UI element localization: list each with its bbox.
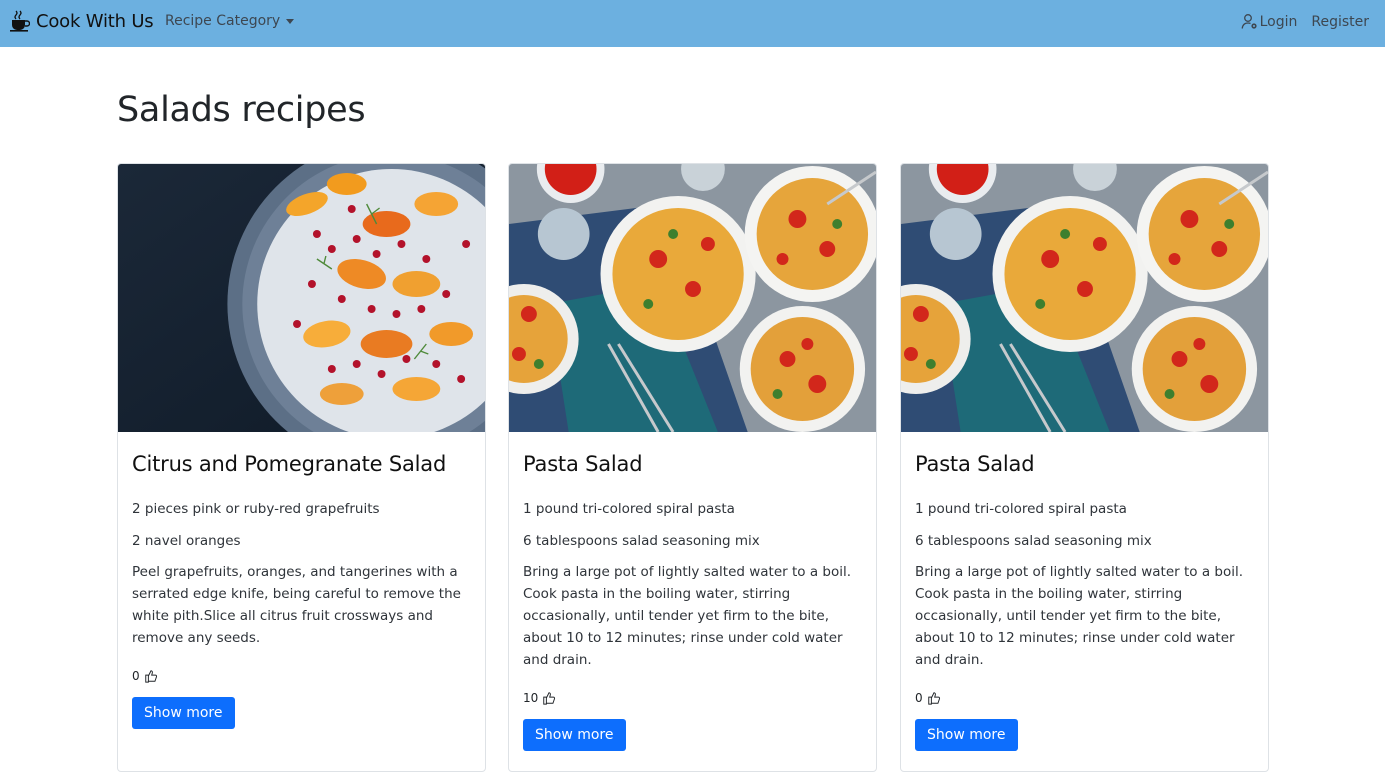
caret-down-icon bbox=[286, 18, 295, 24]
thumbs-up-icon[interactable] bbox=[542, 691, 556, 705]
recipe-ingredient: 6 tablespoons salad seasoning mix bbox=[523, 533, 760, 550]
register-link[interactable]: Register bbox=[1311, 14, 1369, 30]
show-more-button[interactable]: Show more bbox=[132, 696, 235, 729]
likes: 0 bbox=[132, 668, 471, 684]
nav-right: Login Register bbox=[1241, 13, 1369, 30]
page-title: Salads recipes bbox=[117, 90, 366, 130]
recipe-ingredient: 1 pound tri-colored spiral pasta bbox=[915, 501, 1127, 517]
recipe-image-pasta-salad[interactable] bbox=[901, 164, 1268, 432]
thumbs-up-icon[interactable] bbox=[927, 691, 941, 705]
recipe-card: Citrus and Pomegranate Salad 2 pieces pi… bbox=[117, 163, 486, 772]
recipe-title: Pasta Salad bbox=[915, 452, 1035, 476]
recipe-ingredient: 2 navel oranges bbox=[132, 533, 241, 550]
recipe-category-dropdown[interactable]: Recipe Category bbox=[165, 13, 295, 29]
coffee-cup-icon bbox=[10, 10, 30, 32]
recipe-title: Pasta Salad bbox=[523, 452, 643, 476]
recipe-description: Bring a large pot of lightly salted wate… bbox=[523, 564, 852, 668]
navbar: Cook With Us Recipe Category Login Regis… bbox=[0, 0, 1385, 47]
likes: 10 bbox=[523, 690, 862, 706]
brand-link[interactable]: Cook With Us bbox=[10, 10, 154, 32]
show-more-button[interactable]: Show more bbox=[523, 718, 626, 751]
recipe-card: Pasta Salad 1 pound tri-colored spiral p… bbox=[900, 163, 1269, 772]
like-count: 0 bbox=[132, 668, 140, 683]
recipe-card: Pasta Salad 1 pound tri-colored spiral p… bbox=[508, 163, 877, 772]
likes: 0 bbox=[915, 690, 1254, 706]
brand-name: Cook With Us bbox=[36, 10, 154, 32]
thumbs-up-icon[interactable] bbox=[144, 669, 158, 683]
recipe-description: Bring a large pot of lightly salted wate… bbox=[915, 564, 1244, 668]
recipe-description: Peel grapefruits, oranges, and tangerine… bbox=[132, 564, 461, 647]
like-count: 0 bbox=[915, 690, 923, 705]
login-label: Login bbox=[1259, 13, 1298, 30]
recipe-image-citrus-salad[interactable] bbox=[118, 164, 485, 432]
recipe-category-label: Recipe Category bbox=[165, 13, 281, 29]
recipe-title: Citrus and Pomegranate Salad bbox=[132, 452, 447, 476]
show-more-button[interactable]: Show more bbox=[915, 718, 1018, 751]
recipe-ingredient: 1 pound tri-colored spiral pasta bbox=[523, 501, 735, 517]
person-gear-icon bbox=[1241, 14, 1257, 29]
like-count: 10 bbox=[523, 690, 539, 705]
recipe-image-pasta-salad[interactable] bbox=[509, 164, 876, 432]
recipe-ingredient: 6 tablespoons salad seasoning mix bbox=[915, 533, 1152, 550]
login-link[interactable]: Login bbox=[1241, 13, 1298, 30]
recipe-ingredient: 2 pieces pink or ruby-red grapefruits bbox=[132, 501, 380, 517]
